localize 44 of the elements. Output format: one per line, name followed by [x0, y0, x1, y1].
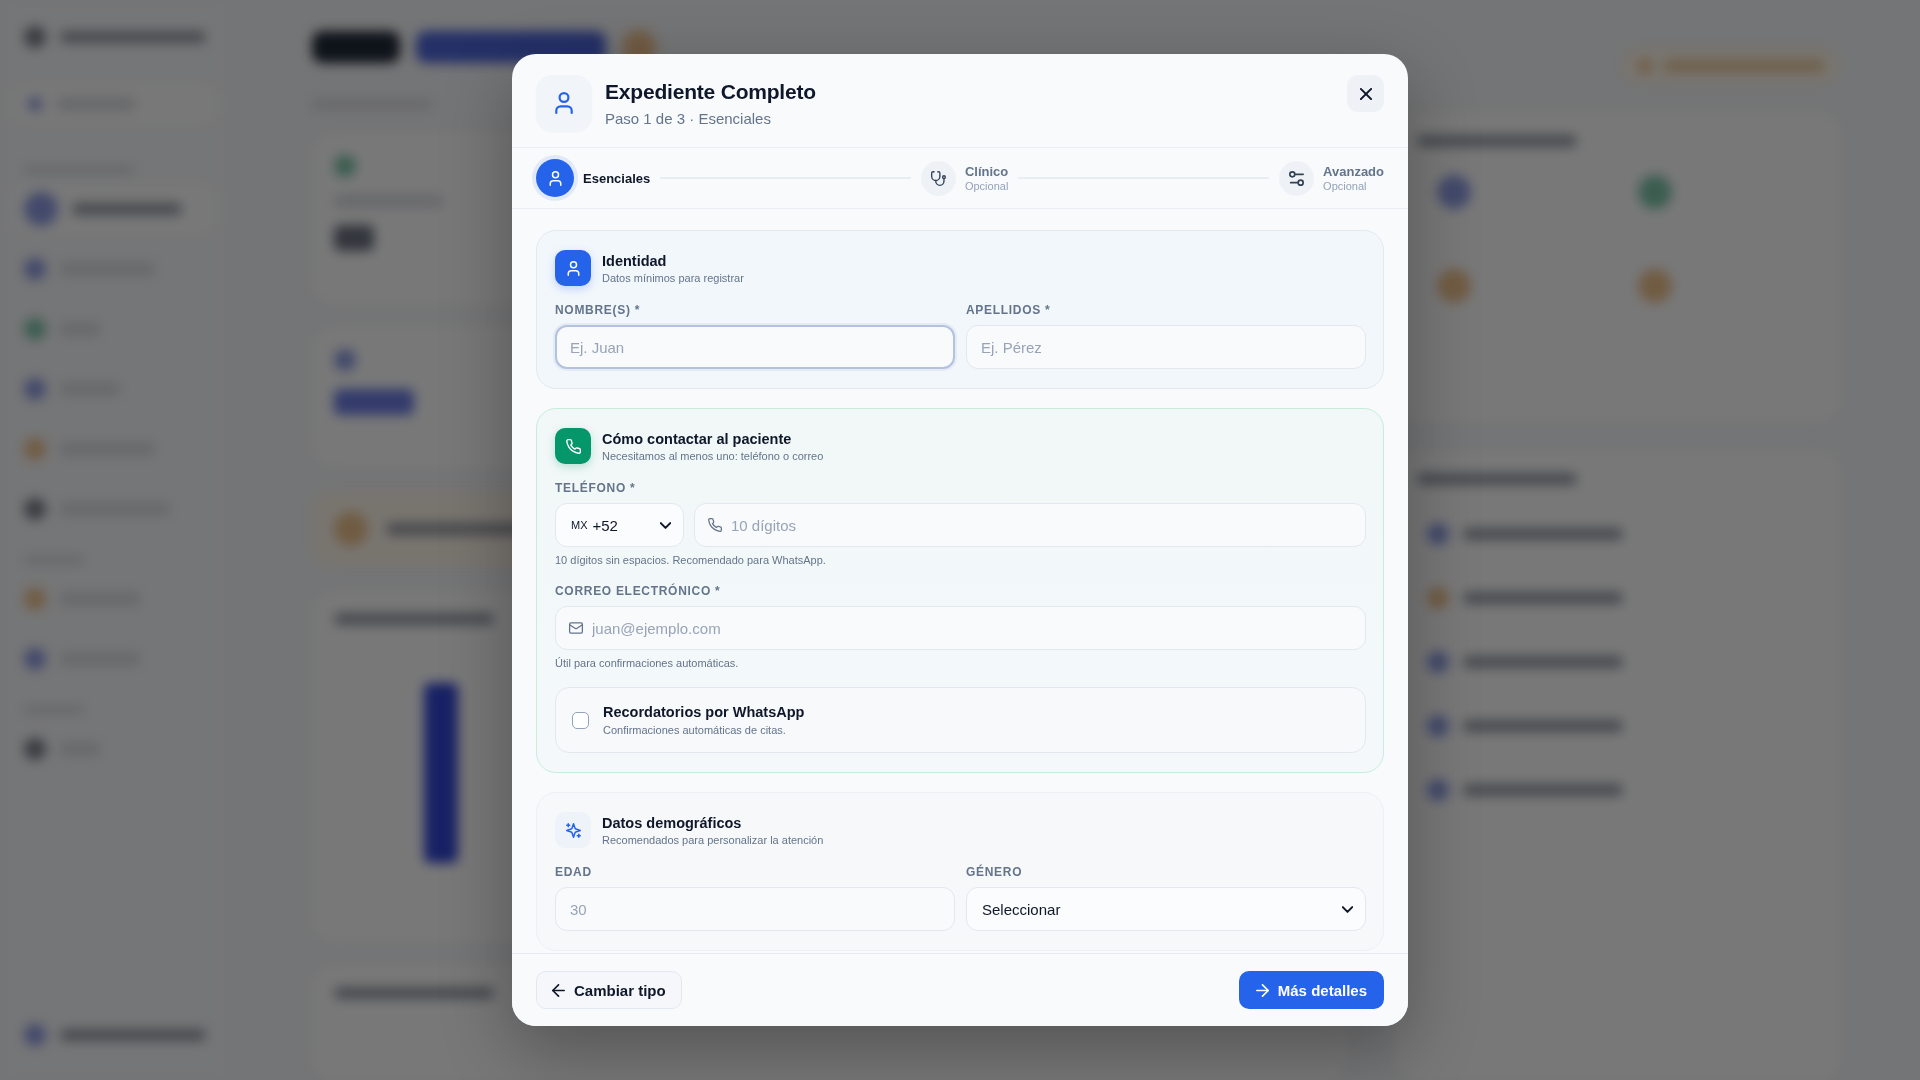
option-description: Confirmaciones automáticas de citas.	[603, 724, 786, 736]
field-hint: Útil para confirmaciones automáticas.	[555, 657, 739, 669]
arrow-right-icon	[1255, 983, 1269, 997]
section-title: Cómo contactar al paciente	[602, 430, 792, 447]
section-title: Identidad	[602, 252, 667, 269]
text-input[interactable]: Ej. Juan	[555, 325, 955, 369]
option-title: Recordatorios por WhatsApp	[603, 704, 805, 720]
field-hint: 10 dígitos sin espacios. Recomendado para WhatsApp.	[555, 554, 826, 566]
close-icon	[1359, 87, 1372, 100]
stepper-step[interactable]: Avanzado Opcional	[1279, 160, 1384, 196]
field-label: GÉNERO	[966, 865, 1023, 879]
dropdown-select[interactable]: Seleccionar	[966, 887, 1366, 931]
section-subtitle: Datos mínimos para registrar	[602, 271, 744, 284]
checkbox[interactable]	[572, 711, 589, 729]
email-input[interactable]: juan@ejemplo.com	[555, 606, 1366, 650]
section-subtitle: Necesitamos al menos uno: teléfono o correo	[602, 449, 824, 462]
sparkle-icon	[555, 812, 591, 848]
field-label: CORREO ELECTRÓNICO *	[555, 584, 721, 598]
section-title: Datos demográficos	[602, 814, 742, 831]
close-button[interactable]	[1347, 75, 1384, 112]
next-button[interactable]: Más detalles	[1238, 971, 1384, 1009]
back-button[interactable]: Cambiar tipo	[536, 971, 682, 1009]
person-icon	[536, 75, 592, 131]
stepper-step[interactable]: Esenciales	[536, 159, 651, 197]
arrow-left-icon	[552, 983, 565, 997]
person-icon	[555, 250, 591, 286]
chevron-down-icon	[1342, 905, 1353, 913]
sliders-icon	[1279, 160, 1315, 196]
phone-input[interactable]: 10 dígitos	[694, 503, 1366, 547]
field-label: TELÉFONO *	[555, 481, 636, 495]
field-label: EDAD	[555, 865, 592, 879]
stepper-step[interactable]: Clínico Opcional	[920, 160, 1009, 196]
phone-icon	[555, 428, 591, 464]
stethoscope-icon	[920, 160, 956, 196]
field-label: APELLIDOS *	[966, 303, 1051, 317]
field-label: NOMBRE(S) *	[555, 303, 641, 317]
section-subtitle: Recomendados para personalizar la atención	[602, 833, 824, 846]
envelope-icon	[569, 621, 583, 635]
dialog-title: Expediente Completo	[605, 79, 816, 104]
chevron-down-icon	[660, 521, 671, 529]
country-code-select[interactable]: MX +52	[555, 503, 684, 547]
person-icon	[536, 159, 574, 197]
phone-icon	[708, 518, 722, 532]
dialog-subtitle: Paso 1 de 3 · Esenciales	[605, 109, 771, 127]
